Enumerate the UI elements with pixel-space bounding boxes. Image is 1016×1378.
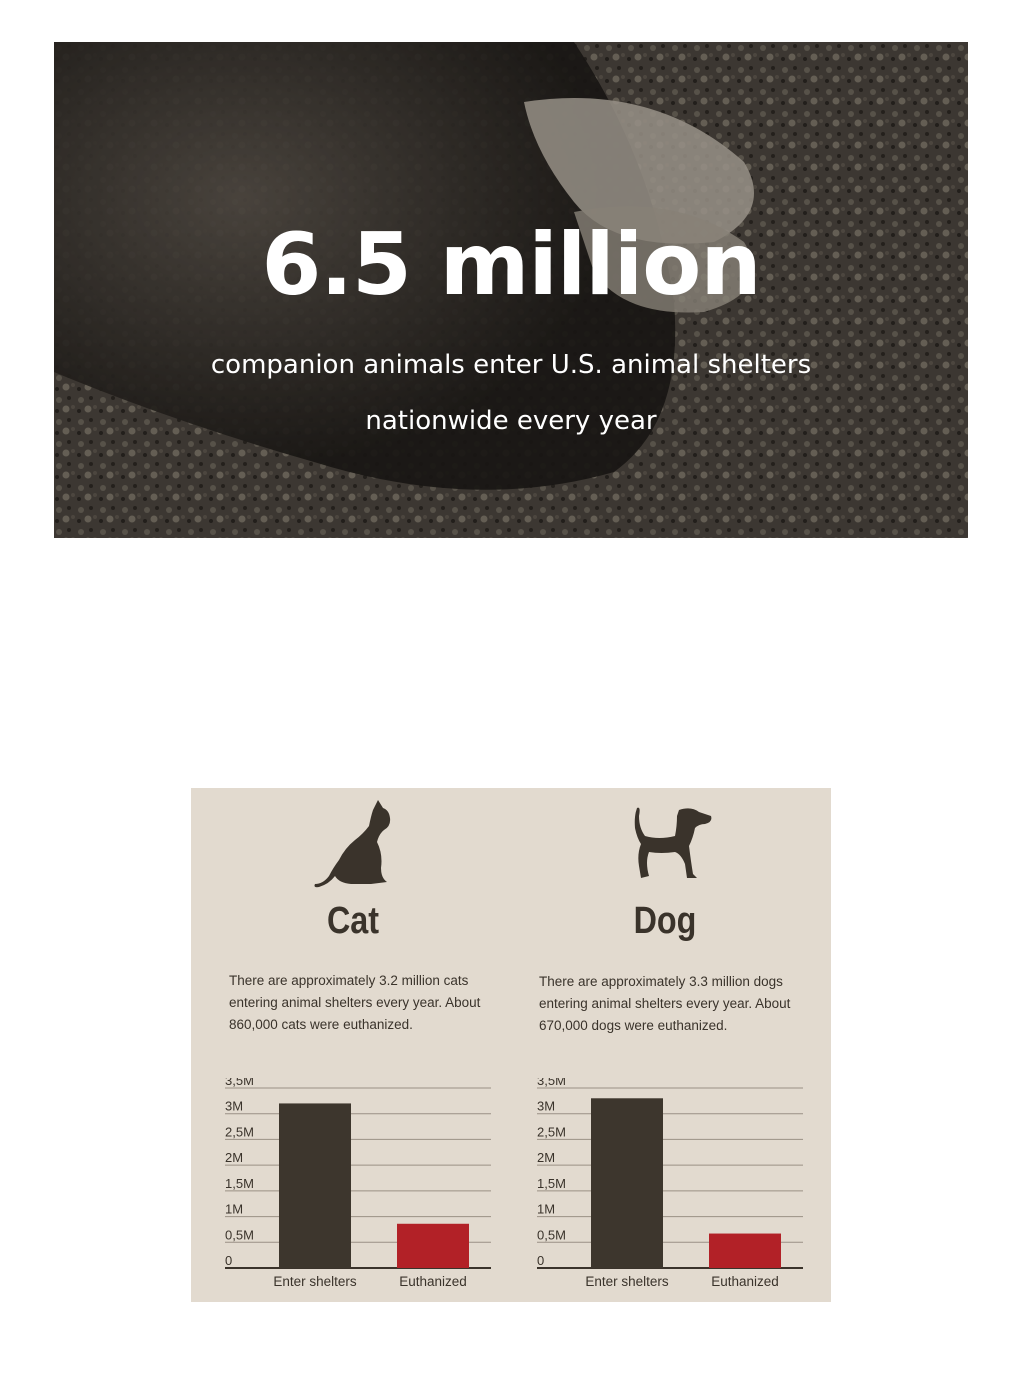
- x-tick-label: Enter shelters: [585, 1274, 669, 1289]
- y-tick-label: 0: [537, 1253, 544, 1268]
- cat-bar-chart: 0 0,5M 1M 1,5M 2M 2,5M 3M 3,5M Enter shelters Eut…: [225, 1078, 491, 1289]
- y-tick-label: 1M: [225, 1202, 243, 1217]
- bar-0: [591, 1098, 663, 1268]
- hero-subtitle-line2: nationwide every year: [365, 406, 657, 436]
- y-tick-label: 1,5M: [537, 1176, 566, 1191]
- x-tick-label: Euthanized: [399, 1274, 467, 1289]
- hero-subtitle: companion animals enter U.S. animal shel…: [54, 337, 968, 449]
- x-tick-label: Euthanized: [711, 1274, 779, 1289]
- y-tick-label: 2M: [225, 1150, 243, 1165]
- dog-bar-chart: 0 0,5M 1M 1,5M 2M 2,5M 3M 3,5M Enter shelters Eut…: [537, 1078, 803, 1289]
- dog-description: There are approximately 3.3 million dogs…: [539, 974, 791, 1033]
- infographic-panel: Cat There are approximately 3.2 million …: [191, 788, 831, 1302]
- x-tick-label: Enter shelters: [273, 1274, 357, 1289]
- y-tick-label: 2,5M: [225, 1124, 254, 1139]
- bar-0: [279, 1103, 351, 1268]
- y-tick-label: 0,5M: [225, 1227, 254, 1242]
- hero-headline: 6.5 million: [261, 215, 761, 315]
- cat-title: Cat: [326, 900, 380, 942]
- bar-1: [397, 1223, 469, 1268]
- hero-subtitle-line1: companion animals enter U.S. animal shel…: [210, 350, 812, 380]
- y-tick-label: 0: [225, 1253, 232, 1268]
- y-tick-label: 3,5M: [537, 1078, 566, 1088]
- hero-banner: 6.5 million companion animals enter U.S.…: [54, 42, 968, 538]
- dog-title: Dog: [633, 900, 697, 942]
- y-tick-label: 2M: [537, 1150, 555, 1165]
- y-tick-label: 3,5M: [225, 1078, 254, 1088]
- hero-text-block: 6.5 million companion animals enter U.S.…: [54, 42, 968, 538]
- cat-description: There are approximately 3.2 million cats…: [229, 973, 481, 1032]
- cat-silhouette-icon: [314, 800, 391, 888]
- bar-1: [709, 1233, 781, 1268]
- y-tick-label: 1,5M: [225, 1176, 254, 1191]
- y-tick-label: 3M: [225, 1099, 243, 1114]
- y-tick-label: 0,5M: [537, 1227, 566, 1242]
- y-tick-label: 1M: [537, 1202, 555, 1217]
- y-tick-label: 2,5M: [537, 1124, 566, 1139]
- dog-silhouette-icon: [634, 807, 712, 878]
- y-tick-label: 3M: [537, 1099, 555, 1114]
